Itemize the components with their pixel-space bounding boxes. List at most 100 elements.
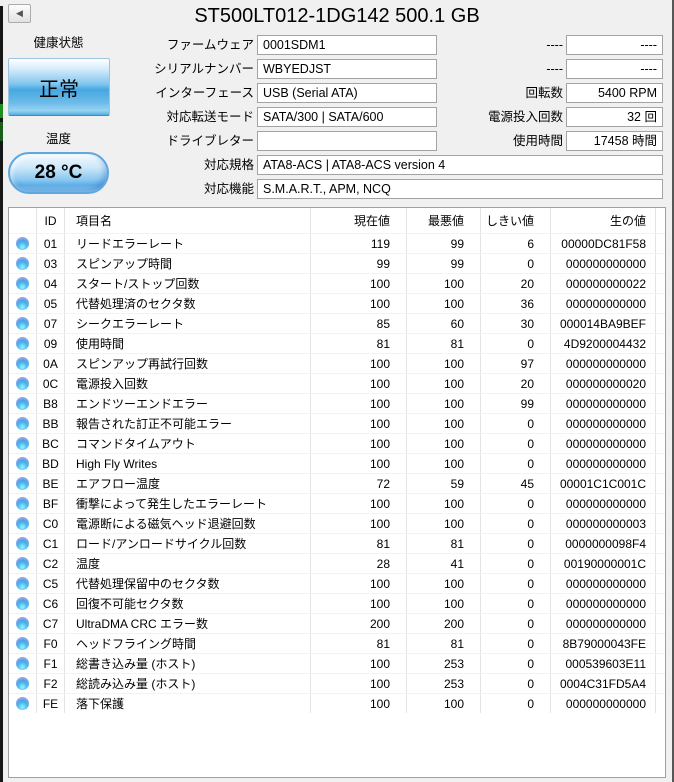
cell-status <box>9 514 36 533</box>
cell-status <box>9 494 36 513</box>
table-row[interactable]: C0 電源断による磁気ヘッド退避回数 100 100 0 000000000003 <box>9 513 665 533</box>
cell-current: 99 <box>310 254 406 273</box>
cell-spacer <box>655 394 665 413</box>
table-row[interactable]: C5 代替処理保留中のセクタ数 100 100 0 000000000000 <box>9 573 665 593</box>
health-status-label: 健康状態 <box>33 36 84 50</box>
info-right-label-4: 使用時間 <box>512 134 563 148</box>
table-row[interactable]: C2 温度 28 41 0 00190000001C <box>9 553 665 573</box>
table-row[interactable]: 03 スピンアップ時間 99 99 0 000000000000 <box>9 253 665 273</box>
cell-spacer <box>655 534 665 553</box>
table-row[interactable]: 01 リードエラーレート 119 99 6 00000DC81F58 <box>9 233 665 253</box>
back-button[interactable]: ◀ <box>8 4 31 23</box>
cell-threshold: 6 <box>480 234 550 253</box>
cell-threshold: 0 <box>480 514 550 533</box>
cell-status <box>9 454 36 473</box>
cell-threshold: 36 <box>480 294 550 313</box>
cell-current: 81 <box>310 534 406 553</box>
cell-id: C5 <box>36 574 64 593</box>
table-row[interactable]: BB 報告された訂正不可能エラー 100 100 0 000000000000 <box>9 413 665 433</box>
info-right-value-4: 17458 時間 <box>566 131 663 151</box>
cell-spacer <box>655 554 665 573</box>
table-row[interactable]: 04 スタート/ストップ回数 100 100 20 000000000022 <box>9 273 665 293</box>
cell-id: 09 <box>36 334 64 353</box>
cell-worst: 100 <box>406 394 480 413</box>
cell-raw: 000000000000 <box>550 434 655 453</box>
cell-name: ロード/アンロードサイクル回数 <box>64 534 310 553</box>
table-row[interactable]: 09 使用時間 81 81 0 4D9200004432 <box>9 333 665 353</box>
table-row[interactable]: BE エアフロー温度 72 59 45 00001C1C001C <box>9 473 665 493</box>
table-row[interactable]: BC コマンドタイムアウト 100 100 0 000000000000 <box>9 433 665 453</box>
cell-status <box>9 694 36 713</box>
cell-worst: 100 <box>406 514 480 533</box>
cell-current: 100 <box>310 374 406 393</box>
cell-threshold: 0 <box>480 594 550 613</box>
cell-id: F1 <box>36 654 64 673</box>
table-row[interactable]: F1 総書き込み量 (ホスト) 100 253 0 000539603E11 <box>9 653 665 673</box>
cell-name: 回復不可能セクタ数 <box>64 594 310 613</box>
cell-status <box>9 274 36 293</box>
status-dot-icon <box>16 417 29 430</box>
cell-threshold: 0 <box>480 434 550 453</box>
cell-spacer <box>655 414 665 433</box>
cell-raw: 000000000000 <box>550 414 655 433</box>
cell-spacer <box>655 574 665 593</box>
cell-raw: 0004C31FD5A4 <box>550 674 655 693</box>
info-left-value-5: ATA8-ACS | ATA8-ACS version 4 <box>257 155 663 175</box>
cell-name: リードエラーレート <box>64 234 310 253</box>
cell-status <box>9 374 36 393</box>
table-row[interactable]: F0 ヘッドフライング時間 81 81 0 8B79000043FE <box>9 633 665 653</box>
table-row[interactable]: C1 ロード/アンロードサイクル回数 81 81 0 0000000098F4 <box>9 533 665 553</box>
cell-id: F0 <box>36 634 64 653</box>
cell-current: 100 <box>310 294 406 313</box>
info-left-label-5: 対応規格 <box>203 158 254 172</box>
cell-spacer <box>655 494 665 513</box>
cell-current: 100 <box>310 654 406 673</box>
cell-id: BB <box>36 414 64 433</box>
table-row[interactable]: BF 衝撃によって発生したエラーレート 100 100 0 000000000000 <box>9 493 665 513</box>
health-status-button[interactable]: 正常 <box>8 58 110 116</box>
table-row[interactable]: FE 落下保護 100 100 0 000000000000 <box>9 693 665 713</box>
cell-worst: 59 <box>406 474 480 493</box>
cell-spacer <box>655 374 665 393</box>
cell-id: BE <box>36 474 64 493</box>
cell-worst: 100 <box>406 274 480 293</box>
cell-raw: 0000000098F4 <box>550 534 655 553</box>
table-row[interactable]: 07 シークエラーレート 85 60 30 000014BA9BEF <box>9 313 665 333</box>
header-name: 項目名 <box>64 208 310 233</box>
cell-raw: 000000000000 <box>550 594 655 613</box>
table-row[interactable]: C7 UltraDMA CRC エラー数 200 200 0 000000000000 <box>9 613 665 633</box>
cell-spacer <box>655 674 665 693</box>
info-right-label-3: 電源投入回数 <box>487 110 563 124</box>
table-row[interactable]: 05 代替処理済のセクタ数 100 100 36 000000000000 <box>9 293 665 313</box>
cell-id: 07 <box>36 314 64 333</box>
cell-status <box>9 334 36 353</box>
status-dot-icon <box>16 577 29 590</box>
table-body: 01 リードエラーレート 119 99 6 00000DC81F58 03 スピンアップ時間 9… <box>9 233 665 713</box>
table-row[interactable]: BD High Fly Writes 100 100 0 000000000000 <box>9 453 665 473</box>
info-left-label-0: ファームウェア <box>166 38 254 52</box>
table-row[interactable]: C6 回復不可能セクタ数 100 100 0 000000000000 <box>9 593 665 613</box>
cell-current: 100 <box>310 514 406 533</box>
table-row[interactable]: 0A スピンアップ再試行回数 100 100 97 000000000000 <box>9 353 665 373</box>
cell-status <box>9 394 36 413</box>
temperature-button[interactable]: 28 °C <box>8 152 109 194</box>
cell-status <box>9 534 36 553</box>
table-row[interactable]: B8 エンドツーエンドエラー 100 100 99 000000000000 <box>9 393 665 413</box>
cell-threshold: 97 <box>480 354 550 373</box>
cell-name: 衝撃によって発生したエラーレート <box>64 494 310 513</box>
cell-worst: 100 <box>406 574 480 593</box>
status-dot-icon <box>16 457 29 470</box>
cell-worst: 100 <box>406 434 480 453</box>
cell-raw: 000000000000 <box>550 494 655 513</box>
cell-current: 200 <box>310 614 406 633</box>
cell-current: 100 <box>310 454 406 473</box>
cell-raw: 00190000001C <box>550 554 655 573</box>
table-row[interactable]: F2 総読み込み量 (ホスト) 100 253 0 0004C31FD5A4 <box>9 673 665 693</box>
status-dot-icon <box>16 537 29 550</box>
table-row[interactable]: 0C 電源投入回数 100 100 20 000000000020 <box>9 373 665 393</box>
cell-raw: 000000000000 <box>550 394 655 413</box>
header-spacer <box>655 208 665 233</box>
info-left-label-3: 対応転送モード <box>166 110 254 124</box>
cell-worst: 81 <box>406 334 480 353</box>
cell-spacer <box>655 474 665 493</box>
